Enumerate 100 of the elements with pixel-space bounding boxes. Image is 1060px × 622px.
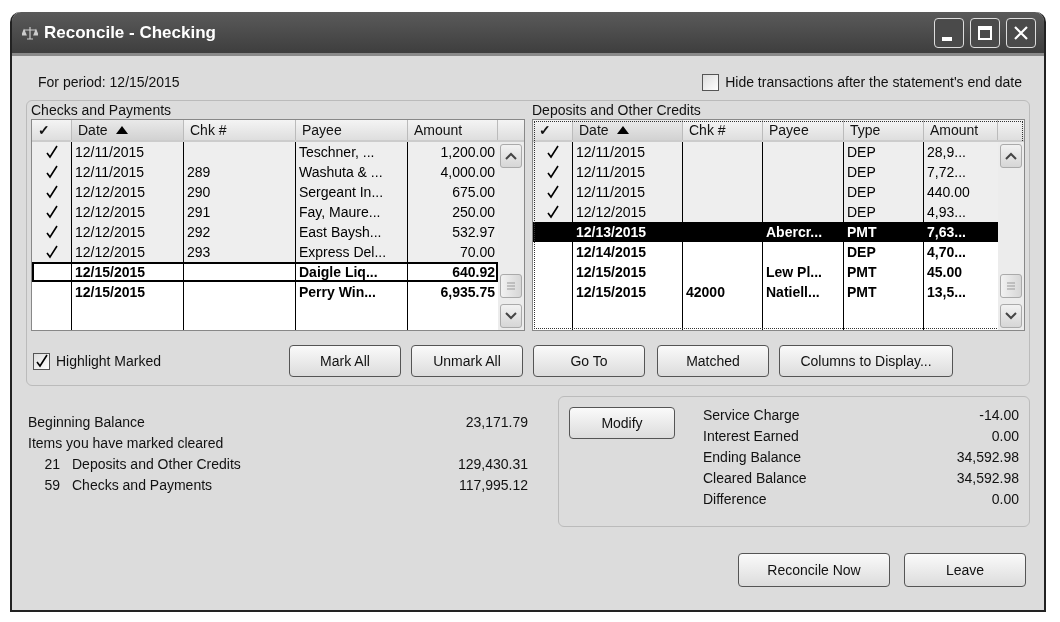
scrollbar[interactable] — [498, 142, 524, 330]
table-cell: 42000 — [686, 284, 725, 300]
checkbox-label: Hide transactions after the statement's end date — [725, 74, 1022, 90]
table-cell: PMT — [847, 224, 877, 240]
table-cell: Washuta & ... — [299, 164, 383, 180]
window-title: Reconcile - Checking — [44, 22, 217, 43]
table-row[interactable]: 12/11/2015 Teschner, ... 1,200.00 — [32, 142, 498, 162]
action-button[interactable]: Mark All — [289, 345, 401, 377]
checkbox-label: Highlight Marked — [56, 353, 162, 369]
scroll-thumb[interactable] — [500, 274, 522, 298]
balance-label: Cleared Balance — [703, 470, 808, 486]
table-row[interactable]: 12/11/2015 DEP 28,9... — [533, 142, 998, 162]
table-row[interactable]: 12/12/2015 293 Express Del... 70.00 — [32, 242, 498, 262]
table-row[interactable]: 12/11/2015 DEP 7,72... — [533, 162, 998, 182]
sort-ascending-icon[interactable] — [616, 126, 629, 134]
action-button[interactable]: Columns to Display... — [779, 345, 953, 377]
table-cell: 4,000.00 — [440, 164, 495, 180]
column-header[interactable]: Amount — [924, 120, 998, 140]
balance-label: Service Charge — [703, 407, 801, 423]
column-header[interactable]: Date — [573, 120, 683, 140]
column-header[interactable]: Date — [72, 120, 184, 140]
table-cell: 12/11/2015 — [75, 164, 145, 180]
modify-button[interactable]: Modify — [569, 407, 675, 439]
table-row[interactable]: 12/11/2015 289 Washuta & ... 4,000.00 — [32, 162, 498, 182]
item-count: 21 — [43, 456, 60, 472]
scroll-down-icon[interactable] — [500, 304, 522, 328]
balance-value: 34,592.98 — [956, 470, 1019, 486]
summary-label: Deposits and Other Credits — [71, 456, 242, 472]
footer-button[interactable]: Leave — [904, 553, 1026, 587]
table-cell: 675.00 — [452, 184, 495, 200]
table-row[interactable]: 12/12/2015 DEP 4,93... — [533, 202, 998, 222]
table-row[interactable]: 12/13/2015 Abercr... PMT 7,63... — [533, 222, 998, 242]
table-cell: Perry Win... — [299, 284, 376, 300]
action-button[interactable]: Go To — [533, 345, 645, 377]
checkmark-icon — [45, 205, 58, 219]
scale-icon — [22, 25, 38, 40]
table-cell: 12/11/2015 — [576, 164, 646, 180]
table-cell: Sergeant In... — [299, 184, 384, 200]
table-cell: 640.92 — [452, 264, 495, 280]
scroll-up-icon[interactable] — [1000, 144, 1022, 168]
minimize-button[interactable] — [934, 17, 964, 48]
balance-value: 34,592.98 — [956, 449, 1019, 465]
maximize-button[interactable] — [970, 17, 1000, 48]
column-header[interactable]: Payee — [763, 120, 844, 140]
balance-value: -14.00 — [978, 407, 1019, 423]
table-cell: 12/11/2015 — [576, 144, 646, 160]
table-cell: 12/13/2015 — [576, 224, 647, 240]
checkmark-icon — [546, 145, 559, 159]
table-cell: 12/12/2015 — [75, 224, 146, 240]
table-cell: Abercr... — [766, 224, 823, 240]
action-button[interactable]: Unmark All — [411, 345, 523, 377]
column-header[interactable]: Payee — [296, 120, 408, 140]
table-cell: PMT — [847, 264, 877, 280]
summary-value: 23,171.79 — [464, 414, 528, 430]
table-cell: 12/12/2015 — [576, 204, 647, 220]
table-cell: 292 — [187, 224, 211, 240]
column-header[interactable]: Chk # — [184, 120, 296, 140]
summary-label: Checks and Payments — [71, 477, 214, 493]
table-cell: 12/14/2015 — [576, 244, 647, 260]
sort-ascending-icon[interactable] — [115, 126, 128, 134]
checkbox[interactable] — [702, 73, 720, 91]
column-header[interactable]: Type — [844, 120, 924, 140]
scrollbar[interactable] — [998, 142, 1024, 330]
footer-button[interactable]: Reconcile Now — [738, 553, 890, 587]
table-cell: 12/12/2015 — [75, 244, 146, 260]
table-cell: 12/12/2015 — [75, 204, 146, 220]
close-button[interactable] — [1006, 17, 1036, 48]
table-cell: 250.00 — [452, 204, 495, 220]
column-header[interactable]: Chk # — [683, 120, 763, 140]
checkbox[interactable] — [33, 352, 50, 370]
scroll-down-icon[interactable] — [1000, 304, 1022, 328]
checkmark-icon — [546, 185, 559, 199]
table-cell: Fay, Maure... — [299, 204, 381, 220]
table-cell: 6,935.75 — [440, 284, 495, 300]
table-cell: 12/12/2015 — [75, 184, 146, 200]
table-row[interactable]: 12/12/2015 290 Sergeant In... 675.00 — [32, 182, 498, 202]
table-cell: 289 — [187, 164, 211, 180]
table-row[interactable]: 12/15/2015 Daigle Liq... 640.92 — [32, 262, 498, 282]
table-cell: PMT — [847, 284, 877, 300]
table-cell: 28,9... — [927, 144, 966, 160]
table-row[interactable]: 12/12/2015 291 Fay, Maure... 250.00 — [32, 202, 498, 222]
balance-value: 0.00 — [990, 428, 1019, 444]
scroll-up-icon[interactable] — [500, 144, 522, 168]
table-cell: DEP — [847, 184, 876, 200]
scroll-thumb[interactable] — [1000, 274, 1022, 298]
table-cell: 4,93... — [927, 204, 966, 220]
table-row[interactable]: 12/11/2015 DEP 440.00 — [533, 182, 998, 202]
close-icon — [1013, 24, 1029, 41]
column-header[interactable]: Amount — [408, 120, 498, 140]
table-cell: DEP — [847, 144, 876, 160]
table-cell: 12/15/2015 — [75, 284, 146, 300]
table-cell: 440.00 — [927, 184, 970, 200]
table-cell: 12/15/2015 — [576, 264, 647, 280]
summary-value: 129,430.31 — [457, 456, 528, 472]
table-cell: DEP — [847, 204, 876, 220]
summary-value: 117,995.12 — [457, 477, 528, 493]
table-cell: 532.97 — [452, 224, 495, 240]
balance-label: Difference — [703, 491, 768, 507]
table-row[interactable]: 12/12/2015 292 East Baysh... 532.97 — [32, 222, 498, 242]
action-button[interactable]: Matched — [657, 345, 769, 377]
